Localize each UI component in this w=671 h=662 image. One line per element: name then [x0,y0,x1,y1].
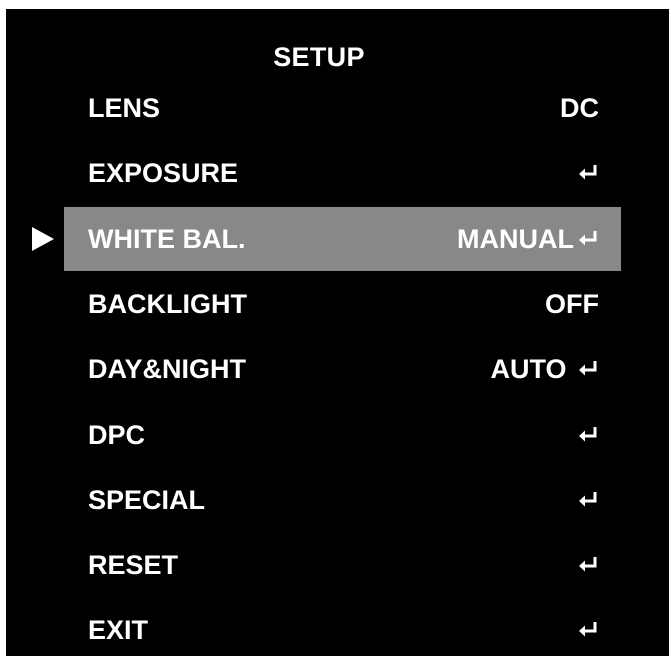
menu-item-label: LENS [88,93,161,123]
menu-item-special[interactable]: SPECIAL [64,468,621,532]
enter-return-icon [577,359,599,377]
enter-return-icon [577,163,599,181]
enter-return-icon [577,229,599,247]
selector-arrow-icon [32,226,54,251]
menu-item-exposure[interactable]: EXPOSURE [64,141,621,205]
enter-return-icon [577,555,599,573]
menu-item-label: DPC [88,419,146,450]
menu-item-value-text: MANUAL [457,223,574,254]
menu-item-value [574,403,599,467]
menu-item-value [574,141,599,205]
menu-item-dpc[interactable]: DPC [64,403,621,467]
menu-item-day-night[interactable]: DAY&NIGHT AUTO [64,337,621,401]
menu-item-value [574,468,599,532]
menu-item-label: RESET [88,550,179,581]
menu-item-value: OFF [545,272,599,336]
menu-item-value: MANUAL [457,207,599,271]
menu-item-lens[interactable]: LENS DC [64,76,621,140]
menu-item-label: BACKLIGHT [88,288,247,319]
enter-return-icon [577,425,599,443]
menu-item-value-text: DC [560,93,599,123]
menu-item-value-text: OFF [545,288,599,319]
menu-item-value-text: AUTO [490,354,574,385]
menu-item-value: AUTO [490,337,599,401]
menu-item-label: EXIT [88,615,149,646]
menu-item-label: SPECIAL [88,484,206,515]
menu-item-white-bal[interactable]: WHITE BAL. MANUAL [64,206,621,271]
menu-item-backlight[interactable]: BACKLIGHT OFF [64,272,621,336]
menu-item-label: EXPOSURE [88,158,239,189]
menu-item-label: DAY&NIGHT [88,354,247,385]
menu-item-value: DC [560,76,599,140]
menu-item-value [574,598,599,662]
menu-item-value [574,533,599,597]
menu-list: LENS DC EXPOSURE WHITE BAL. MANUAL BACKL… [0,0,671,656]
menu-item-label: WHITE BAL. [88,223,246,254]
menu-item-exit[interactable]: EXIT [64,598,621,662]
enter-return-icon [577,620,599,638]
enter-return-icon [577,490,599,508]
menu-item-reset[interactable]: RESET [64,533,621,597]
